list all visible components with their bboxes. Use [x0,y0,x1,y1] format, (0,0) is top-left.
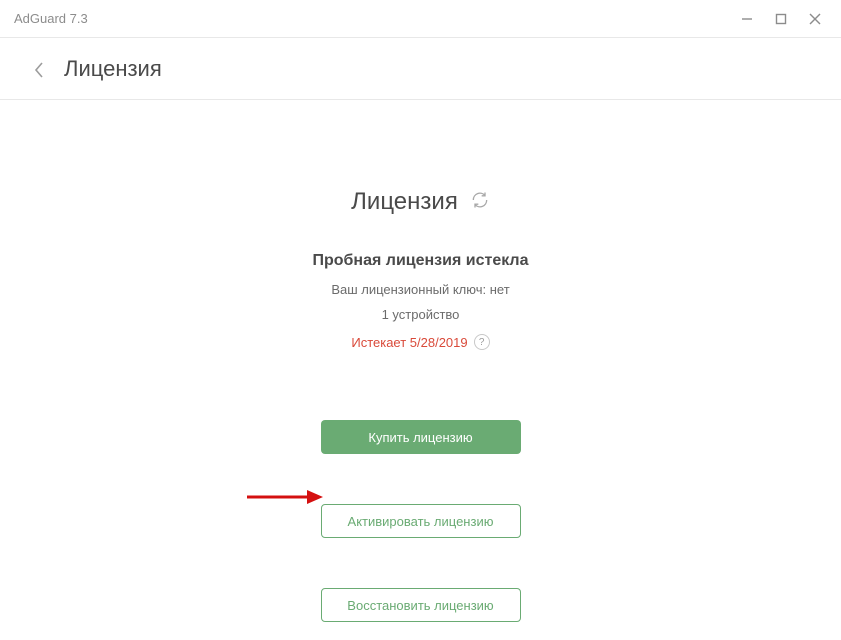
minimize-icon [741,13,753,25]
expires-label: Истекает 5/28/2019 [351,335,467,350]
close-icon [809,13,821,25]
window-controls [737,9,835,29]
button-stack: Купить лицензию Активировать лицензию Во… [321,420,521,622]
help-icon: ? [479,337,485,348]
trial-expired-label: Пробная лицензия истекла [313,252,529,270]
close-button[interactable] [805,9,825,29]
titlebar: AdGuard 7.3 [0,0,841,38]
chevron-left-icon [32,60,46,80]
devices-label: 1 устройство [313,307,529,322]
section-title-row: Лицензия [351,188,490,216]
restore-license-button[interactable]: Восстановить лицензию [321,588,521,622]
page-header: Лицензия [0,38,841,100]
content-area: Лицензия Пробная лицензия истекла Ваш ли… [0,100,841,622]
app-title: AdGuard 7.3 [14,11,88,26]
expires-row: Истекает 5/28/2019 ? [313,334,529,350]
maximize-icon [775,13,787,25]
activate-license-button[interactable]: Активировать лицензию [321,504,521,538]
maximize-button[interactable] [771,9,791,29]
help-button[interactable]: ? [474,334,490,350]
page-title: Лицензия [64,56,162,82]
license-key-label: Ваш лицензионный ключ: нет [313,282,529,297]
section-title: Лицензия [351,188,458,216]
minimize-button[interactable] [737,9,757,29]
license-status-block: Пробная лицензия истекла Ваш лицензионны… [313,252,529,350]
refresh-button[interactable] [470,190,490,215]
back-button[interactable] [32,60,50,78]
buy-license-button[interactable]: Купить лицензию [321,420,521,454]
refresh-icon [470,190,490,210]
